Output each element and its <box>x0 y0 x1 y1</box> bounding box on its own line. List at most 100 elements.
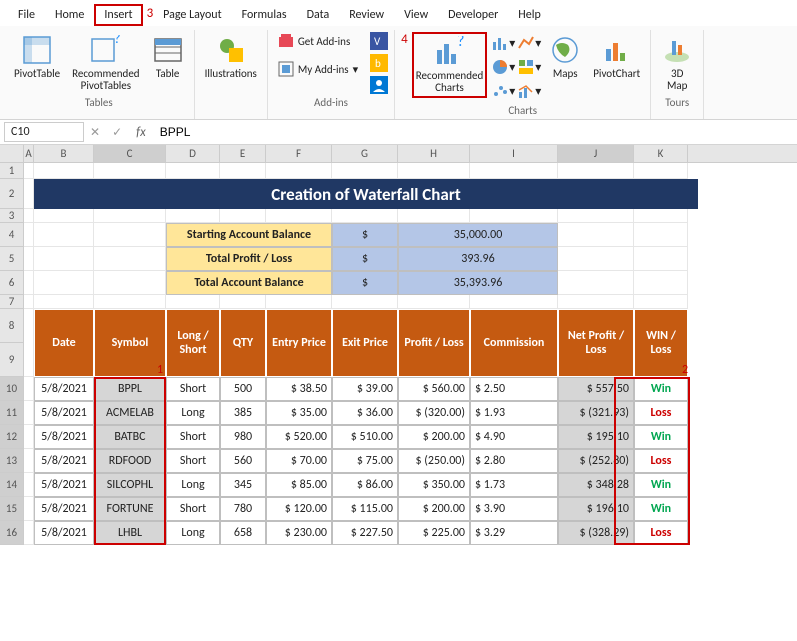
cell-exit[interactable]: $ 39.00 <box>332 377 398 401</box>
row-header-13[interactable]: 13 <box>0 449 24 473</box>
col-header-e[interactable]: E <box>220 145 266 162</box>
pivotchart-button[interactable]: PivotChart <box>589 32 644 82</box>
cell-net[interactable]: $ 196.10 <box>558 497 634 521</box>
cell-exit[interactable]: $ 36.00 <box>332 401 398 425</box>
my-addins-button[interactable]: My Add-ins ▾ <box>274 60 362 78</box>
cell-net[interactable]: $ 195.10 <box>558 425 634 449</box>
cell-comm[interactable]: $ 1.93 <box>470 401 558 425</box>
row-header-8[interactable]: 8 <box>0 309 24 343</box>
cell-entry[interactable]: $ 70.00 <box>266 449 332 473</box>
cell-wl[interactable]: Win <box>634 497 688 521</box>
cell-qty[interactable]: 658 <box>220 521 266 545</box>
cancel-icon[interactable]: ✕ <box>84 125 106 140</box>
line-chart-icon[interactable]: ▾ <box>517 32 541 54</box>
cell-entry[interactable]: $ 85.00 <box>266 473 332 497</box>
menu-page-layout[interactable]: Page Layout <box>153 4 231 26</box>
cell-qty[interactable]: 560 <box>220 449 266 473</box>
pie-chart-icon[interactable]: ▾ <box>491 56 515 78</box>
cell-pl[interactable]: $ 225.00 <box>398 521 470 545</box>
cell-pl[interactable]: $ 350.00 <box>398 473 470 497</box>
cell-exit[interactable]: $ 510.00 <box>332 425 398 449</box>
cell-exit[interactable]: $ 227.50 <box>332 521 398 545</box>
cell-symbol[interactable]: BPPL <box>94 377 166 401</box>
menu-data[interactable]: Data <box>297 4 340 26</box>
cell-date[interactable]: 5/8/2021 <box>34 497 94 521</box>
table-button[interactable]: Table <box>148 32 188 82</box>
col-header-k[interactable]: K <box>634 145 688 162</box>
row-header-4[interactable]: 4 <box>0 223 24 247</box>
cell-symbol[interactable]: BATBC <box>94 425 166 449</box>
menu-home[interactable]: Home <box>45 4 94 26</box>
cell-comm[interactable]: $ 2.50 <box>470 377 558 401</box>
column-chart-icon[interactable]: ▾ <box>491 32 515 54</box>
row-header-2[interactable]: 2 <box>0 179 24 209</box>
row-header-1[interactable]: 1 <box>0 163 24 179</box>
cell-qty[interactable]: 385 <box>220 401 266 425</box>
cell-date[interactable]: 5/8/2021 <box>34 449 94 473</box>
select-all-corner[interactable] <box>0 145 24 162</box>
cell-ls[interactable]: Long <box>166 521 220 545</box>
cell-pl[interactable]: $ (250.00) <box>398 449 470 473</box>
hierarchy-chart-icon[interactable]: ▾ <box>517 56 541 78</box>
menu-file[interactable]: File <box>8 4 45 26</box>
people-icon[interactable] <box>370 76 388 94</box>
cell-net[interactable]: $ (328.29) <box>558 521 634 545</box>
cell-comm[interactable]: $ 1.73 <box>470 473 558 497</box>
cell-comm[interactable]: $ 4.90 <box>470 425 558 449</box>
col-header-d[interactable]: D <box>166 145 220 162</box>
cell-symbol[interactable]: ACMELAB <box>94 401 166 425</box>
cell-ls[interactable]: Short <box>166 497 220 521</box>
cell-date[interactable]: 5/8/2021 <box>34 473 94 497</box>
row-header-15[interactable]: 15 <box>0 497 24 521</box>
menu-formulas[interactable]: Formulas <box>232 4 297 26</box>
cell-pl[interactable]: $ (320.00) <box>398 401 470 425</box>
pivot-table-button[interactable]: PivotTable <box>10 32 64 82</box>
col-header-f[interactable]: F <box>266 145 332 162</box>
cell-entry[interactable]: $ 120.00 <box>266 497 332 521</box>
cell-wl[interactable]: Loss <box>634 401 688 425</box>
cell-entry[interactable]: $ 520.00 <box>266 425 332 449</box>
cell-net[interactable]: $ (252.80) <box>558 449 634 473</box>
get-addins-button[interactable]: Get Add-ins <box>274 32 362 50</box>
cell-symbol[interactable]: SILCOPHL <box>94 473 166 497</box>
col-header-a[interactable]: A <box>24 145 34 162</box>
row-header-9[interactable]: 9 <box>0 343 24 377</box>
cell-qty[interactable]: 500 <box>220 377 266 401</box>
cell-date[interactable]: 5/8/2021 <box>34 377 94 401</box>
formula-input[interactable] <box>154 123 793 141</box>
cell-net[interactable]: $ 557.50 <box>558 377 634 401</box>
cell-ls[interactable]: Short <box>166 425 220 449</box>
cell-symbol[interactable]: LHBL <box>94 521 166 545</box>
menu-developer[interactable]: Developer <box>438 4 508 26</box>
col-header-b[interactable]: B <box>34 145 94 162</box>
menu-review[interactable]: Review <box>339 4 394 26</box>
map3d-button[interactable]: 3D Map <box>657 32 697 94</box>
menu-insert[interactable]: Insert <box>94 4 142 26</box>
recommended-charts-button[interactable]: ? Recommended Charts <box>412 32 487 98</box>
cell-symbol[interactable]: FORTUNE <box>94 497 166 521</box>
cell-exit[interactable]: $ 86.00 <box>332 473 398 497</box>
cell-ls[interactable]: Long <box>166 401 220 425</box>
cell-pl[interactable]: $ 200.00 <box>398 425 470 449</box>
cell-date[interactable]: 5/8/2021 <box>34 521 94 545</box>
col-header-i[interactable]: I <box>470 145 558 162</box>
cell-ls[interactable]: Long <box>166 473 220 497</box>
cell-comm[interactable]: $ 3.29 <box>470 521 558 545</box>
maps-button[interactable]: Maps <box>545 32 585 82</box>
cell-wl[interactable]: Loss <box>634 449 688 473</box>
scatter-chart-icon[interactable]: ▾ <box>491 80 515 102</box>
cell-date[interactable]: 5/8/2021 <box>34 425 94 449</box>
menu-help[interactable]: Help <box>508 4 551 26</box>
row-header-5[interactable]: 5 <box>0 247 24 271</box>
col-header-g[interactable]: G <box>332 145 398 162</box>
name-box[interactable]: C10 <box>4 122 84 142</box>
cell-ls[interactable]: Short <box>166 449 220 473</box>
cell-net[interactable]: $ (321.93) <box>558 401 634 425</box>
cell-comm[interactable]: $ 2.80 <box>470 449 558 473</box>
cell-symbol[interactable]: RDFOOD <box>94 449 166 473</box>
cell-wl[interactable]: Win <box>634 377 688 401</box>
cell-wl[interactable]: Win <box>634 425 688 449</box>
cell-wl[interactable]: Win <box>634 473 688 497</box>
cell-qty[interactable]: 780 <box>220 497 266 521</box>
cell-qty[interactable]: 980 <box>220 425 266 449</box>
